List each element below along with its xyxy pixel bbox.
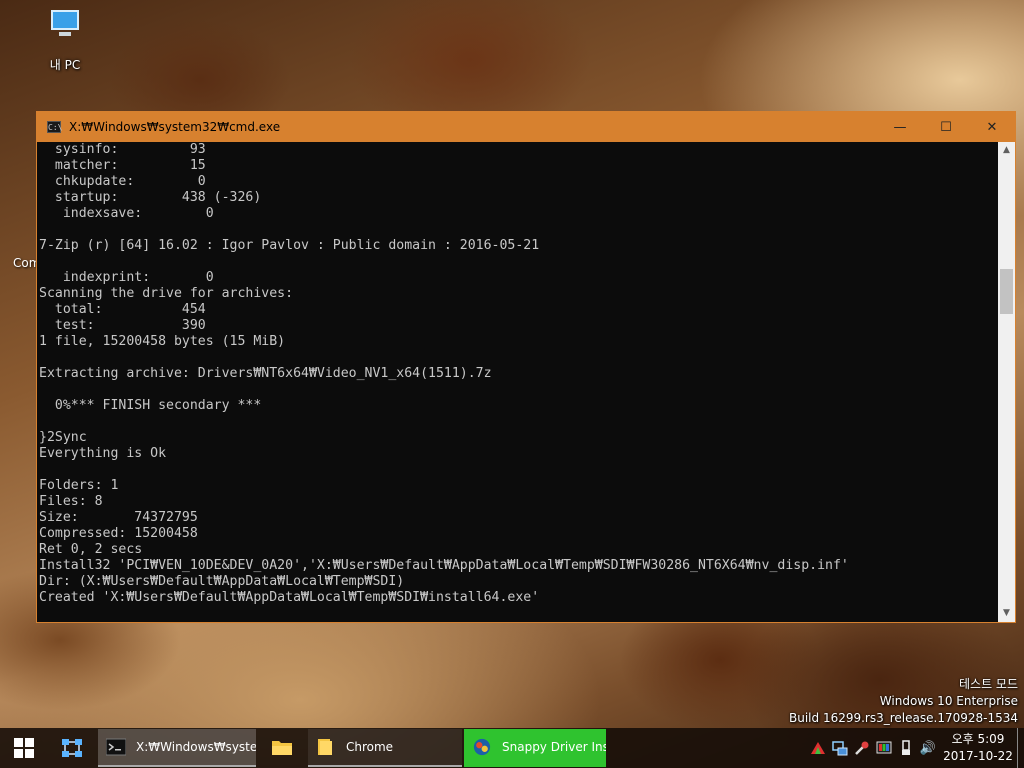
console-line: Ret 0, 2 secs [39,542,143,557]
clock-time: 오후 5:09 [951,732,1005,746]
console-line: 0%*** FINISH secondary *** [39,398,262,413]
console-line: indexsave: 0 [39,206,214,221]
tray-triangle-icon[interactable] [807,728,829,768]
console-line: Created 'X:₩Users₩Default₩AppData₩Local₩… [39,590,540,605]
console-output[interactable]: sysinfo: 93 matcher: 15 chkupdate: 0 sta… [37,142,1001,622]
console-line: Dir: (X:₩Users₩Default₩AppData₩Local₩Tem… [39,574,405,589]
taskbar-clock[interactable]: 오후 5:09 2017-10-22 [939,731,1017,765]
system-tray: 🔊 오후 5:09 2017-10-22 [807,728,1024,768]
scroll-up-arrow-icon[interactable]: ▲ [998,142,1015,159]
taskbar-snappy-driver-button[interactable]: Snappy Driver Inst... [464,729,606,767]
display-color-icon[interactable] [873,728,895,768]
cmd-app-icon: C:\ [47,121,63,133]
scroll-thumb[interactable] [1000,269,1013,314]
show-desktop-button[interactable] [1017,728,1024,768]
taskbar-chrome-label: Chrome [346,740,394,754]
test-mode-watermark: 테스트 모드 Windows 10 Enterprise Build 16299… [789,676,1018,727]
windows-logo-icon [14,738,34,758]
console-line: Compressed: 15200458 [39,526,198,541]
desktop-icon-label: 내 PC [49,58,81,72]
console-line: Everything is Ok [39,446,167,461]
console-line: chkupdate: 0 [39,174,206,189]
watermark-line-3: Build 16299.rs3_release.170928-1534 [789,711,1018,725]
taskbar-cmd-button[interactable]: X:₩Windows₩syste... [98,729,256,767]
console-line: total: 454 [39,302,206,317]
console-line: Extracting archive: Drivers₩NT6x64₩Video… [39,366,492,381]
console-line: sysinfo: 93 [39,142,206,157]
folder-icon [272,741,292,755]
watermark-line-2: Windows 10 Enterprise [879,694,1018,708]
console-line: startup: 438 (-326) [39,190,262,205]
chrome-folder-icon [318,739,332,755]
watermark-line-1: 테스트 모드 [958,677,1018,691]
taskbar-chrome-button[interactable]: Chrome [308,729,462,767]
taskbar-snappy-driver-label: Snappy Driver Inst... [502,740,606,754]
console-line: Size: 74372795 [39,510,198,525]
clock-date: 2017-10-22 [943,749,1013,763]
taskbar-cmd-label: X:₩Windows₩syste... [136,740,256,754]
usb-device-icon[interactable] [895,728,917,768]
cmd-icon [106,738,126,756]
console-line: 7-Zip (r) [64] 16.02 : Igor Pavlov : Pub… [39,238,540,253]
close-button[interactable]: ✕ [969,112,1015,142]
vertical-scrollbar[interactable]: ▲ ▼ [998,142,1015,622]
snappy-driver-icon [473,738,491,756]
network-topology-icon [62,739,82,757]
tools-icon[interactable] [851,728,873,768]
taskbar-explorer-button[interactable] [258,729,306,767]
console-line: Install32 'PCI₩VEN_10DE&DEV_0A20','X:₩Us… [39,558,849,573]
maximize-button[interactable]: ☐ [923,112,969,142]
cmd-window: C:\ X:₩Windows₩system32₩cmd.exe — ☐ ✕ sy… [36,111,1016,623]
console-line: }2Sync [39,430,87,445]
window-titlebar[interactable]: C:\ X:₩Windows₩system32₩cmd.exe — ☐ ✕ [37,112,1015,142]
window-controls: — ☐ ✕ [877,112,1015,142]
console-line: indexprint: 0 [39,270,214,285]
volume-icon[interactable]: 🔊 [917,728,939,768]
network-icon[interactable] [829,728,851,768]
window-title: X:₩Windows₩system32₩cmd.exe [69,120,281,134]
start-button[interactable] [0,728,48,768]
console-line: matcher: 15 [39,158,206,173]
computer-icon [49,10,81,36]
minimize-button[interactable]: — [877,112,923,142]
network-app-button[interactable] [48,728,96,768]
scroll-down-arrow-icon[interactable]: ▼ [998,605,1015,622]
console-line: 1 file, 15200458 bytes (15 MiB) [39,334,286,349]
console-line: Files: 8 [39,494,103,509]
console-line: test: 390 [39,318,206,333]
console-line: Folders: 1 [39,478,119,493]
console-line: Scanning the drive for archives: [39,286,294,301]
this-pc-desktop-icon[interactable]: 내 PC [38,10,92,73]
taskbar: X:₩Windows₩syste... Chrome Snappy Driver… [0,728,1024,768]
